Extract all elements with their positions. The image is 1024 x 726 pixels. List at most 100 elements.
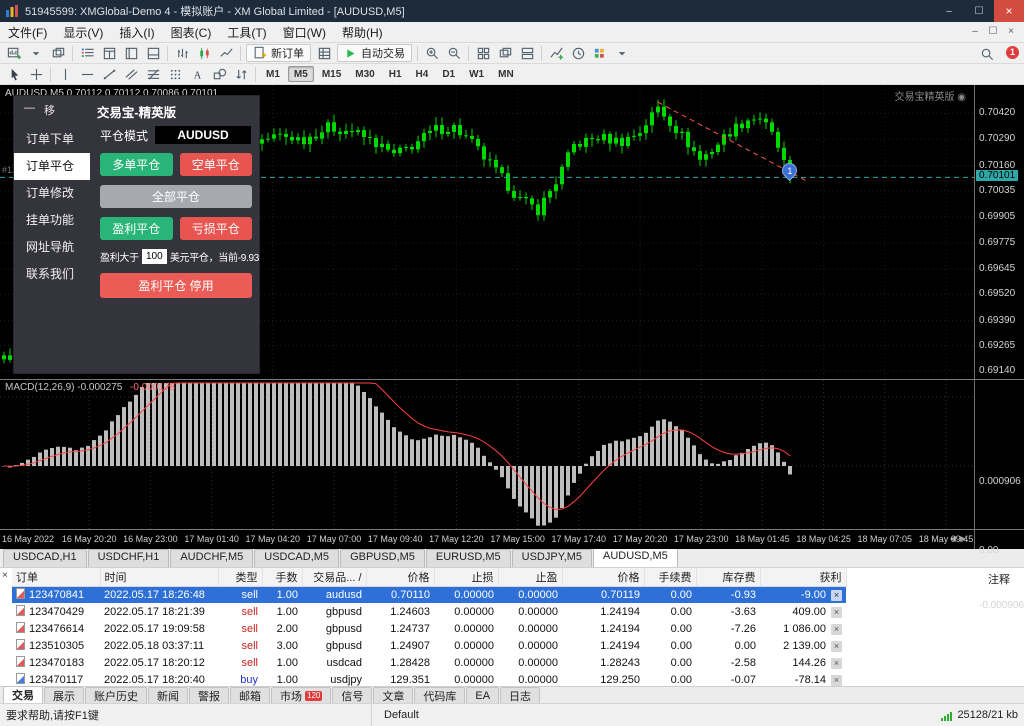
close-loss-button[interactable]: 亏损平仓 — [180, 217, 253, 240]
panel-menu-item[interactable]: 网址导航 — [14, 234, 90, 261]
timeframe-w1[interactable]: W1 — [463, 66, 490, 82]
close-order-button[interactable]: × — [831, 675, 842, 686]
chart-tab[interactable]: USDCAD,M5 — [254, 549, 339, 567]
terminal-column-header[interactable]: 价格 — [562, 568, 644, 586]
panel-menu-item[interactable]: 订单修改 — [14, 180, 90, 207]
market-watch-button[interactable] — [76, 44, 98, 62]
line-chart-button[interactable] — [215, 44, 237, 62]
indicators-button[interactable] — [545, 44, 567, 62]
panel-menu-item[interactable]: 订单平仓 — [14, 153, 90, 180]
terminal-column-header[interactable]: 手续费 — [644, 568, 696, 586]
terminal-tab-邮箱[interactable]: 邮箱 — [230, 687, 270, 703]
terminal-tab-市场[interactable]: 市场120 — [271, 687, 331, 703]
arrows-tool[interactable] — [230, 65, 252, 83]
restore-button[interactable]: ☐ — [964, 0, 994, 22]
timeframe-m15[interactable]: M15 — [316, 66, 347, 82]
close-mode-symbol[interactable]: AUDUSD — [155, 126, 251, 144]
terminal-tab-文章[interactable]: 文章 — [373, 687, 413, 703]
templates-dropdown[interactable] — [611, 44, 633, 62]
close-order-button[interactable]: × — [831, 624, 842, 635]
terminal-tab-交易[interactable]: 交易 — [3, 686, 43, 703]
notification-badge[interactable]: 1 — [1006, 46, 1019, 59]
time-axis[interactable]: ◀▶ 16 May 202216 May 20:2016 May 23:0017… — [0, 530, 1024, 549]
terminal-column-header[interactable]: 库存费 — [696, 568, 760, 586]
chart-tab[interactable]: USDCAD,H1 — [3, 549, 87, 567]
terminal-column-header[interactable]: 交易品... / — [302, 568, 366, 586]
text-tool[interactable]: A — [186, 65, 208, 83]
tile-windows-button[interactable] — [472, 44, 494, 62]
order-row[interactable]: 1234704292022.05.17 18:21:39sell1.00gbpu… — [12, 603, 846, 620]
terminal-column-header[interactable]: 订单 — [12, 568, 100, 586]
timeframe-m30[interactable]: M30 — [349, 66, 380, 82]
close-order-button[interactable]: × — [831, 590, 842, 601]
menu-item[interactable]: 窗口(W) — [275, 22, 334, 42]
timeframe-m5[interactable]: M5 — [288, 66, 314, 82]
terminal-close-button[interactable]: × — [2, 571, 12, 581]
periods-button[interactable] — [567, 44, 589, 62]
fibonacci-tool[interactable] — [142, 65, 164, 83]
menu-item[interactable]: 插入(I) — [111, 22, 162, 42]
data-window-button[interactable] — [98, 44, 120, 62]
macd-pane[interactable]: MACD(12,26,9) -0.000275 -0.000178 — [0, 380, 1024, 530]
comment-column-header[interactable]: 注释 — [988, 571, 1010, 587]
chart-list-dropdown[interactable] — [25, 44, 47, 62]
terminal-column-header[interactable]: 止损 — [434, 568, 498, 586]
terminal-column-header[interactable]: 止盈 — [498, 568, 562, 586]
order-row[interactable]: 1234708412022.05.17 18:26:48sell1.00audu… — [12, 586, 846, 603]
menu-item[interactable]: 显示(V) — [55, 22, 111, 42]
menu-item[interactable]: 图表(C) — [163, 22, 220, 42]
chart-tab[interactable]: USDCHF,H1 — [88, 549, 170, 567]
terminal-tab-日志[interactable]: 日志 — [500, 687, 540, 703]
panel-menu-item[interactable]: 挂单功能 — [14, 207, 90, 234]
grid-dots-tool[interactable] — [164, 65, 186, 83]
tile-horizontal-button[interactable] — [516, 44, 538, 62]
profit-amount-input[interactable] — [142, 249, 167, 264]
terminal-tab-展示[interactable]: 展示 — [44, 687, 84, 703]
minimize-button[interactable]: – — [934, 0, 964, 22]
terminal-tab-新闻[interactable]: 新闻 — [148, 687, 188, 703]
menu-item[interactable]: 帮助(H) — [334, 22, 391, 42]
cursor-tool[interactable] — [3, 65, 25, 83]
timeframe-d1[interactable]: D1 — [436, 66, 461, 82]
chart-tab[interactable]: EURUSD,M5 — [426, 549, 511, 567]
timeframe-h4[interactable]: H4 — [410, 66, 435, 82]
mdi-restore-button[interactable]: ☐ — [984, 22, 1002, 42]
crosshair-tool[interactable] — [25, 65, 47, 83]
close-order-button[interactable]: × — [831, 607, 842, 618]
close-order-button[interactable]: × — [831, 641, 842, 652]
close-long-button[interactable]: 多单平仓 — [100, 153, 173, 176]
terminal-button[interactable] — [142, 44, 164, 62]
timeframe-h1[interactable]: H1 — [383, 66, 408, 82]
channel-tool[interactable] — [120, 65, 142, 83]
timeframe-mn[interactable]: MN — [492, 66, 520, 82]
expert-grid-button[interactable] — [313, 44, 335, 62]
terminal-column-header[interactable]: 获利 — [760, 568, 846, 586]
terminal-column-header[interactable]: 价格 — [366, 568, 434, 586]
panel-toggle-icon[interactable]: ◉ — [957, 92, 966, 103]
new-chart-button[interactable] — [3, 44, 25, 62]
vertical-line-tool[interactable] — [54, 65, 76, 83]
autotrading-button[interactable]: 自动交易 — [337, 44, 412, 62]
terminal-tab-EA[interactable]: EA — [466, 687, 499, 703]
chart-tab[interactable]: AUDUSD,M5 — [593, 548, 678, 567]
terminal-column-header[interactable]: 时间 — [100, 568, 218, 586]
terminal-tab-账户历史[interactable]: 账户历史 — [85, 687, 147, 703]
terminal-tab-代码库[interactable]: 代码库 — [414, 687, 465, 703]
menu-item[interactable]: 工具(T) — [219, 22, 274, 42]
bar-chart-button[interactable] — [171, 44, 193, 62]
panel-menu-item[interactable]: 联系我们 — [14, 261, 90, 288]
terminal-column-header[interactable]: 类型 — [218, 568, 262, 586]
auto-close-toggle-button[interactable]: 盈利平仓 停用 — [100, 273, 252, 298]
chart-tab[interactable]: AUDCHF,M5 — [170, 549, 253, 567]
chart-tab[interactable]: USDJPY,M5 — [512, 549, 592, 567]
order-row[interactable]: 1235103052022.05.18 03:37:11sell3.00gbpu… — [12, 637, 846, 654]
search-icon[interactable] — [976, 45, 998, 63]
candle-chart-button[interactable] — [193, 44, 215, 62]
close-order-button[interactable]: × — [831, 658, 842, 669]
mdi-close-button[interactable]: × — [1002, 22, 1020, 42]
navigator-button[interactable] — [120, 44, 142, 62]
horizontal-line-tool[interactable] — [76, 65, 98, 83]
profiles-button[interactable] — [47, 44, 69, 62]
zoom-out-button[interactable] — [443, 44, 465, 62]
terminal-tab-信号[interactable]: 信号 — [332, 687, 372, 703]
